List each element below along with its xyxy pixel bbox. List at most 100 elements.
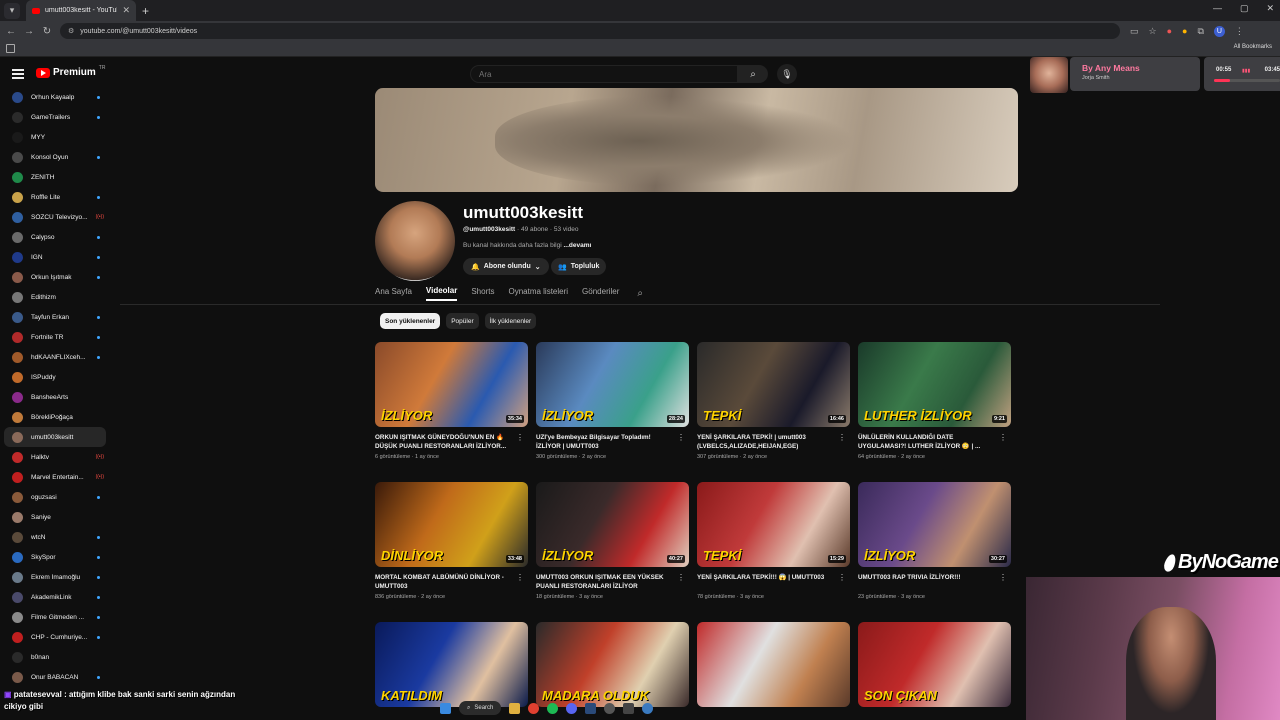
- sidebar-channel[interactable]: b0nan: [0, 647, 110, 667]
- profile-avatar[interactable]: U: [1213, 25, 1225, 37]
- browser-tab[interactable]: umutt003kesitt - YouTube ✕: [26, 0, 136, 21]
- sidebar-channel[interactable]: GameTrailers: [0, 107, 110, 127]
- search-button[interactable]: ⌕: [738, 65, 768, 83]
- tab-playlists[interactable]: Oynatma listeleri: [508, 287, 568, 300]
- video-card[interactable]: SON ÇIKAN: [858, 622, 1011, 720]
- video-title[interactable]: UMUTT003 RAP TRIVIA İZLİYOR!!!: [858, 573, 998, 591]
- sidebar-channel[interactable]: Fortnite TR: [0, 327, 110, 347]
- obs-icon[interactable]: [604, 702, 616, 714]
- more-actions-icon[interactable]: ⋮: [838, 433, 846, 442]
- channel-desc-more[interactable]: ...devamı: [563, 242, 591, 249]
- sidebar-channel[interactable]: Tayfun Erkan: [0, 307, 110, 327]
- tab-home[interactable]: Ana Sayfa: [375, 287, 412, 300]
- close-window-icon[interactable]: ✕: [1266, 3, 1274, 14]
- sidebar-channel[interactable]: Saniye: [0, 507, 110, 527]
- video-card[interactable]: TEPKİ 15:29 YENİ ŞARKILARA TEPKİ!!! 😱 | UM…: [697, 482, 850, 610]
- channel-description[interactable]: Bu kanal hakkında daha fazla bilgi ...de…: [463, 242, 591, 249]
- taskbar-search[interactable]: ⌕ Search: [459, 701, 502, 715]
- video-card[interactable]: [697, 622, 850, 720]
- video-title[interactable]: YENİ ŞARKILARA TEPKİ!!! 😱 | UMUTT003: [697, 573, 837, 591]
- sidebar-channel[interactable]: ISPuddy: [0, 367, 110, 387]
- file-explorer-icon[interactable]: [509, 702, 521, 714]
- community-button[interactable]: 👥 Topluluk: [551, 258, 607, 275]
- sidebar-channel[interactable]: oguzsasi: [0, 487, 110, 507]
- chip-latest[interactable]: Son yüklenenler: [380, 313, 441, 329]
- video-title[interactable]: UMUTT003 ORKUN IŞITMAK EEN YÜKSEK PUANLI…: [536, 573, 676, 591]
- video-card[interactable]: İZLİYOR 40:27 UMUTT003 ORKUN IŞITMAK EEN Y…: [536, 482, 689, 610]
- sidebar-channel[interactable]: IGN: [0, 247, 110, 267]
- sidebar-channel[interactable]: Roffle Lite: [0, 187, 110, 207]
- search-input[interactable]: [471, 66, 737, 83]
- more-actions-icon[interactable]: ⋮: [838, 573, 846, 582]
- video-thumbnail[interactable]: TEPKİ 15:29: [697, 482, 850, 567]
- forward-icon[interactable]: →: [22, 26, 36, 37]
- chrome-icon[interactable]: [528, 702, 540, 714]
- site-info-icon[interactable]: ⚙: [68, 27, 74, 35]
- browser-menu-icon[interactable]: ⋮: [1235, 26, 1244, 37]
- channel-search-icon[interactable]: ⌕: [637, 288, 643, 299]
- video-thumbnail[interactable]: TEPKİ 16:46: [697, 342, 850, 427]
- more-actions-icon[interactable]: ⋮: [999, 573, 1007, 582]
- video-thumbnail[interactable]: İZLİYOR 40:27: [536, 482, 689, 567]
- sidebar-channel[interactable]: Konsol Oyun: [0, 147, 110, 167]
- sidebar-channel[interactable]: Edithizm: [0, 287, 110, 307]
- sidebar-channel[interactable]: Filme Gitmeden ...: [0, 607, 110, 627]
- chip-popular[interactable]: Popüler: [446, 313, 479, 329]
- video-card[interactable]: DİNLİYOR 33:48 MORTAL KOMBAT ALBÜMÜNÜ DİNL…: [375, 482, 528, 610]
- video-title[interactable]: UZI'ye Bembeyaz Bilgisayar Topladım! İZL…: [536, 433, 676, 451]
- sidebar-channel[interactable]: Marvel Entertain... ((•)): [0, 467, 110, 487]
- extension-icon[interactable]: ●: [1182, 26, 1187, 36]
- steam-icon[interactable]: [585, 702, 597, 714]
- app-icon[interactable]: [623, 702, 635, 714]
- sidebar-channel[interactable]: SÖZCÜ Televizyo... ((•)): [0, 207, 110, 227]
- sidebar-channel[interactable]: ZENITH: [0, 167, 110, 187]
- video-thumbnail[interactable]: SON ÇIKAN: [858, 622, 1011, 707]
- extensions-puzzle-icon[interactable]: ⧉: [1197, 26, 1203, 37]
- sidebar-channel[interactable]: BörekliPoğaça: [0, 407, 110, 427]
- sidebar-channel[interactable]: Halktv ((•)): [0, 447, 110, 467]
- tab-videos[interactable]: Videolar: [425, 286, 458, 301]
- reload-icon[interactable]: ↻: [40, 26, 54, 37]
- video-title[interactable]: YENİ ŞARKILARA TEPKİ! | umutt003 (LVBELC…: [697, 433, 837, 451]
- bookmark-star-icon[interactable]: ☆: [1149, 26, 1157, 37]
- sidebar-channel[interactable]: Onur BABACAN: [0, 667, 110, 687]
- more-actions-icon[interactable]: ⋮: [999, 433, 1007, 442]
- sidebar-channel[interactable]: Calypso: [0, 227, 110, 247]
- video-thumbnail[interactable]: MADARA OLDUK: [536, 622, 689, 707]
- sidebar-channel[interactable]: BansheeArts: [0, 387, 110, 407]
- sidebar-channel[interactable]: Orkun Işıtmak: [0, 267, 110, 287]
- app-icon[interactable]: [642, 702, 654, 714]
- hamburger-menu-icon[interactable]: [12, 69, 24, 79]
- discord-icon[interactable]: [566, 702, 578, 714]
- sidebar-channel[interactable]: AkademikLink: [0, 587, 110, 607]
- all-bookmarks-link[interactable]: All Bookmarks: [1234, 44, 1272, 50]
- video-card[interactable]: TEPKİ 16:46 YENİ ŞARKILARA TEPKİ! | umutt0…: [697, 342, 850, 470]
- back-icon[interactable]: ←: [4, 26, 18, 37]
- voice-search-button[interactable]: 🎙: [777, 64, 797, 84]
- cast-icon[interactable]: ▭: [1130, 26, 1139, 37]
- more-actions-icon[interactable]: ⋮: [516, 573, 524, 582]
- video-title[interactable]: MORTAL KOMBAT ALBÜMÜNÜ DİNLİYOR - UMUTT0…: [375, 573, 515, 591]
- video-card[interactable]: İZLİYOR 30:27 UMUTT003 RAP TRIVIA İZLİYOR!…: [858, 482, 1011, 610]
- sidebar-channel[interactable]: CHP - Cumhuriye...: [0, 627, 110, 647]
- tab-search-icon[interactable]: ▾: [4, 2, 20, 19]
- video-thumbnail[interactable]: LUTHER İZLİYOR 9:21: [858, 342, 1011, 427]
- sidebar-channel[interactable]: MYY: [0, 127, 110, 147]
- new-tab-icon[interactable]: +: [142, 4, 149, 18]
- more-actions-icon[interactable]: ⋮: [677, 573, 685, 582]
- video-card[interactable]: İZLİYOR 35:34 ORKUN IŞITMAK GÜNEYDOĞU'NUN …: [375, 342, 528, 470]
- video-thumbnail[interactable]: İZLİYOR 30:27: [858, 482, 1011, 567]
- tab-shorts[interactable]: Shorts: [471, 287, 494, 300]
- extension-icon[interactable]: ●: [1167, 26, 1172, 36]
- sidebar-channel[interactable]: umutt003kesitt: [4, 427, 106, 447]
- sidebar-channel[interactable]: Orhun Kayaalp: [0, 87, 110, 107]
- omnibox[interactable]: ⚙ youtube.com/@umutt003kesitt/videos: [60, 23, 1120, 39]
- video-card[interactable]: LUTHER İZLİYOR 9:21 ÜNLÜLERİN KULLANDIĞI D…: [858, 342, 1011, 470]
- video-thumbnail[interactable]: İZLİYOR 35:34: [375, 342, 528, 427]
- sidebar-channel[interactable]: hdKAANFLIXceh...: [0, 347, 110, 367]
- more-actions-icon[interactable]: ⋮: [516, 433, 524, 442]
- youtube-logo[interactable]: Premium TR: [36, 65, 105, 78]
- spotify-icon[interactable]: [547, 702, 559, 714]
- video-title[interactable]: ÜNLÜLERİN KULLANDIĞI DATE UYGULAMASI?! L…: [858, 433, 998, 451]
- maximize-icon[interactable]: ▢: [1240, 3, 1249, 14]
